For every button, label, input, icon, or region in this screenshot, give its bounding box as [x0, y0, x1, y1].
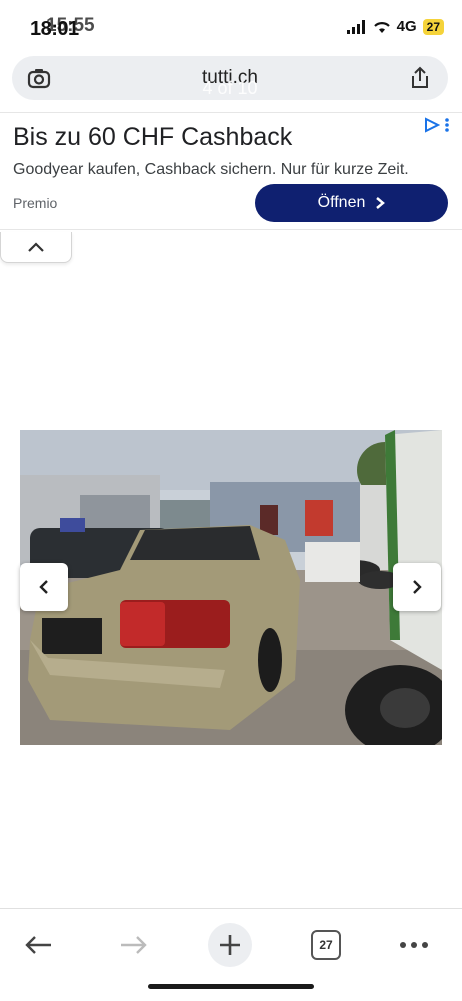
tab-count[interactable]: 27 — [311, 930, 341, 960]
back-button[interactable] — [16, 923, 60, 967]
chevron-up-icon[interactable] — [26, 241, 46, 253]
more-icon[interactable] — [399, 941, 429, 949]
listing-photo[interactable] — [20, 430, 442, 745]
adchoices-icon[interactable] — [424, 117, 440, 133]
share-icon[interactable] — [408, 65, 432, 96]
tabs-button[interactable]: 27 — [304, 923, 348, 967]
status-time: 18:01 — [30, 18, 79, 40]
chevron-right-icon — [376, 197, 386, 209]
menu-button[interactable] — [392, 923, 436, 967]
chevron-left-icon[interactable] — [38, 579, 50, 595]
signal-icon — [346, 19, 365, 34]
adchoices[interactable] — [424, 117, 450, 133]
ad-banner[interactable]: Bis zu 60 CHF Cashback Goodyear kaufen, … — [0, 112, 462, 230]
network-label: 4G — [396, 18, 417, 35]
ad-open-label: Öffnen — [317, 194, 366, 211]
status-bar: 15:55 18:01 4G 27 — [0, 0, 462, 52]
home-indicator — [148, 984, 314, 989]
new-tab-button[interactable] — [208, 923, 252, 967]
forward-button[interactable] — [112, 923, 156, 967]
ad-title[interactable]: Bis zu 60 CHF Cashback — [13, 123, 292, 152]
battery-indicator: 27 — [422, 18, 444, 35]
plus-icon[interactable] — [218, 933, 242, 957]
image-counter-overlay: 4 of 10 — [202, 78, 258, 98]
ad-open-button[interactable]: Öffnen — [255, 184, 448, 222]
prev-image-button[interactable] — [20, 563, 68, 611]
forward-arrow-icon[interactable] — [119, 934, 149, 956]
chevron-right-icon[interactable] — [411, 579, 423, 595]
address-bar[interactable]: tutti.ch 4 of 10 — [12, 56, 448, 100]
back-arrow-icon[interactable] — [23, 934, 53, 956]
ad-collapse-tab[interactable] — [0, 232, 72, 263]
ad-description: Goodyear kaufen, Cashback sichern. Nur f… — [13, 161, 409, 178]
ad-source: Premio — [13, 195, 58, 211]
next-image-button[interactable] — [393, 563, 441, 611]
status-indicators: 4G 27 — [346, 18, 444, 35]
more-vertical-icon[interactable] — [444, 117, 450, 133]
wifi-icon — [373, 21, 390, 33]
